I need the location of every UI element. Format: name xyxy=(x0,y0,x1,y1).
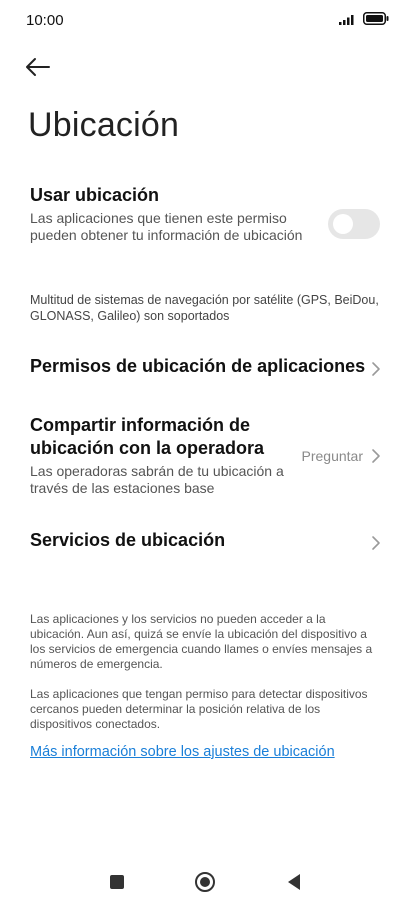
status-icons xyxy=(339,12,389,30)
chevron-right-icon xyxy=(369,535,383,551)
back-triangle-icon xyxy=(286,873,302,896)
battery-icon xyxy=(363,12,389,30)
operator-sharing-description: Las operadoras sabrán de tu ubicación a … xyxy=(30,463,284,496)
recents-button[interactable] xyxy=(103,870,131,898)
emergency-location-note: Las aplicaciones y los servicios no pued… xyxy=(30,612,373,671)
nearby-devices-note: Las aplicaciones que tengan permiso para… xyxy=(30,687,368,731)
use-location-row[interactable]: Usar ubicación Las aplicaciones que tien… xyxy=(30,184,390,264)
status-time: 10:00 xyxy=(26,12,64,29)
back-button[interactable] xyxy=(24,54,60,84)
page-title: Ubicación xyxy=(28,106,180,144)
use-location-toggle[interactable] xyxy=(328,209,380,239)
back-nav-button[interactable] xyxy=(280,870,308,898)
signal-icon xyxy=(339,12,357,30)
app-location-permissions-row[interactable]: Permisos de ubicación de aplicaciones xyxy=(30,355,385,383)
back-arrow-icon xyxy=(24,57,50,82)
status-bar: 10:00 xyxy=(0,0,411,40)
more-info-link[interactable]: Más información sobre los ajustes de ubi… xyxy=(30,744,335,760)
use-location-title: Usar ubicación xyxy=(30,185,160,205)
operator-sharing-value: Preguntar xyxy=(301,448,363,464)
location-settings-screen: 10:00 Ubicación Usar ubicación Las aplic… xyxy=(0,0,411,914)
chevron-right-icon xyxy=(369,361,383,377)
recents-square-icon xyxy=(109,874,125,895)
location-services-title: Servicios de ubicación xyxy=(30,530,226,550)
app-location-permissions-title: Permisos de ubicación de aplicaciones xyxy=(30,356,366,376)
chevron-right-icon xyxy=(369,448,383,464)
system-navigation-bar xyxy=(0,854,411,914)
home-button[interactable] xyxy=(191,870,219,898)
operator-location-sharing-row[interactable]: Compartir información de ubicación con l… xyxy=(30,414,385,498)
location-services-row[interactable]: Servicios de ubicación xyxy=(30,529,385,557)
gnss-support-note: Multitud de sistemas de navegación por s… xyxy=(30,293,379,323)
toggle-knob xyxy=(333,214,353,234)
operator-sharing-title: Compartir información de ubicación con l… xyxy=(30,415,265,458)
home-circle-icon xyxy=(194,871,216,898)
use-location-description: Las aplicaciones que tienen este permiso… xyxy=(30,210,303,243)
